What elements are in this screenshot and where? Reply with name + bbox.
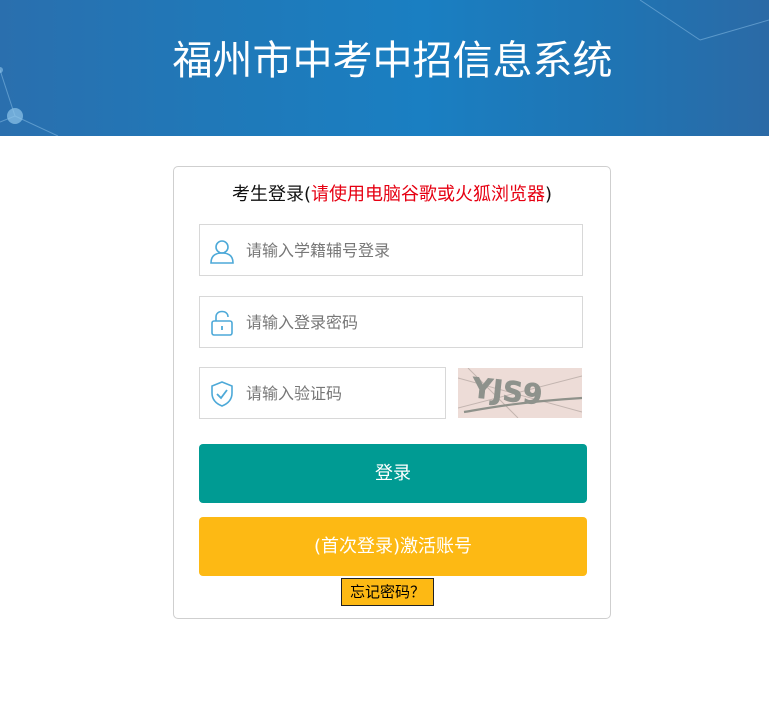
activate-account-button[interactable]: (首次登录)激活账号 bbox=[199, 517, 587, 576]
login-card: 考生登录(请使用电脑谷歌或火狐浏览器) YJ bbox=[173, 166, 611, 619]
title-suffix: ) bbox=[545, 184, 553, 205]
login-card-title: 考生登录(请使用电脑谷歌或火狐浏览器) bbox=[174, 182, 610, 208]
captcha-input[interactable] bbox=[246, 368, 441, 418]
browser-warning: 请使用电脑谷歌或火狐浏览器 bbox=[311, 184, 545, 205]
login-button[interactable]: 登录 bbox=[199, 444, 587, 503]
captcha-text: YJS9 bbox=[470, 371, 544, 411]
forgot-password-button[interactable]: 忘记密码？ bbox=[341, 578, 435, 606]
captcha-field bbox=[199, 367, 446, 419]
username-field bbox=[199, 224, 583, 276]
lock-icon bbox=[211, 310, 233, 336]
user-icon bbox=[210, 240, 234, 264]
username-input[interactable] bbox=[246, 225, 576, 275]
page-title: 福州市中考中招信息系统 bbox=[172, 38, 613, 84]
password-field bbox=[199, 296, 583, 348]
title-prefix: 考生登录( bbox=[231, 184, 311, 205]
shield-check-icon bbox=[211, 381, 233, 407]
password-input[interactable] bbox=[246, 297, 576, 347]
header-banner: 福州市中考中招信息系统 bbox=[0, 0, 769, 136]
captcha-image[interactable]: YJS9 bbox=[458, 368, 582, 418]
